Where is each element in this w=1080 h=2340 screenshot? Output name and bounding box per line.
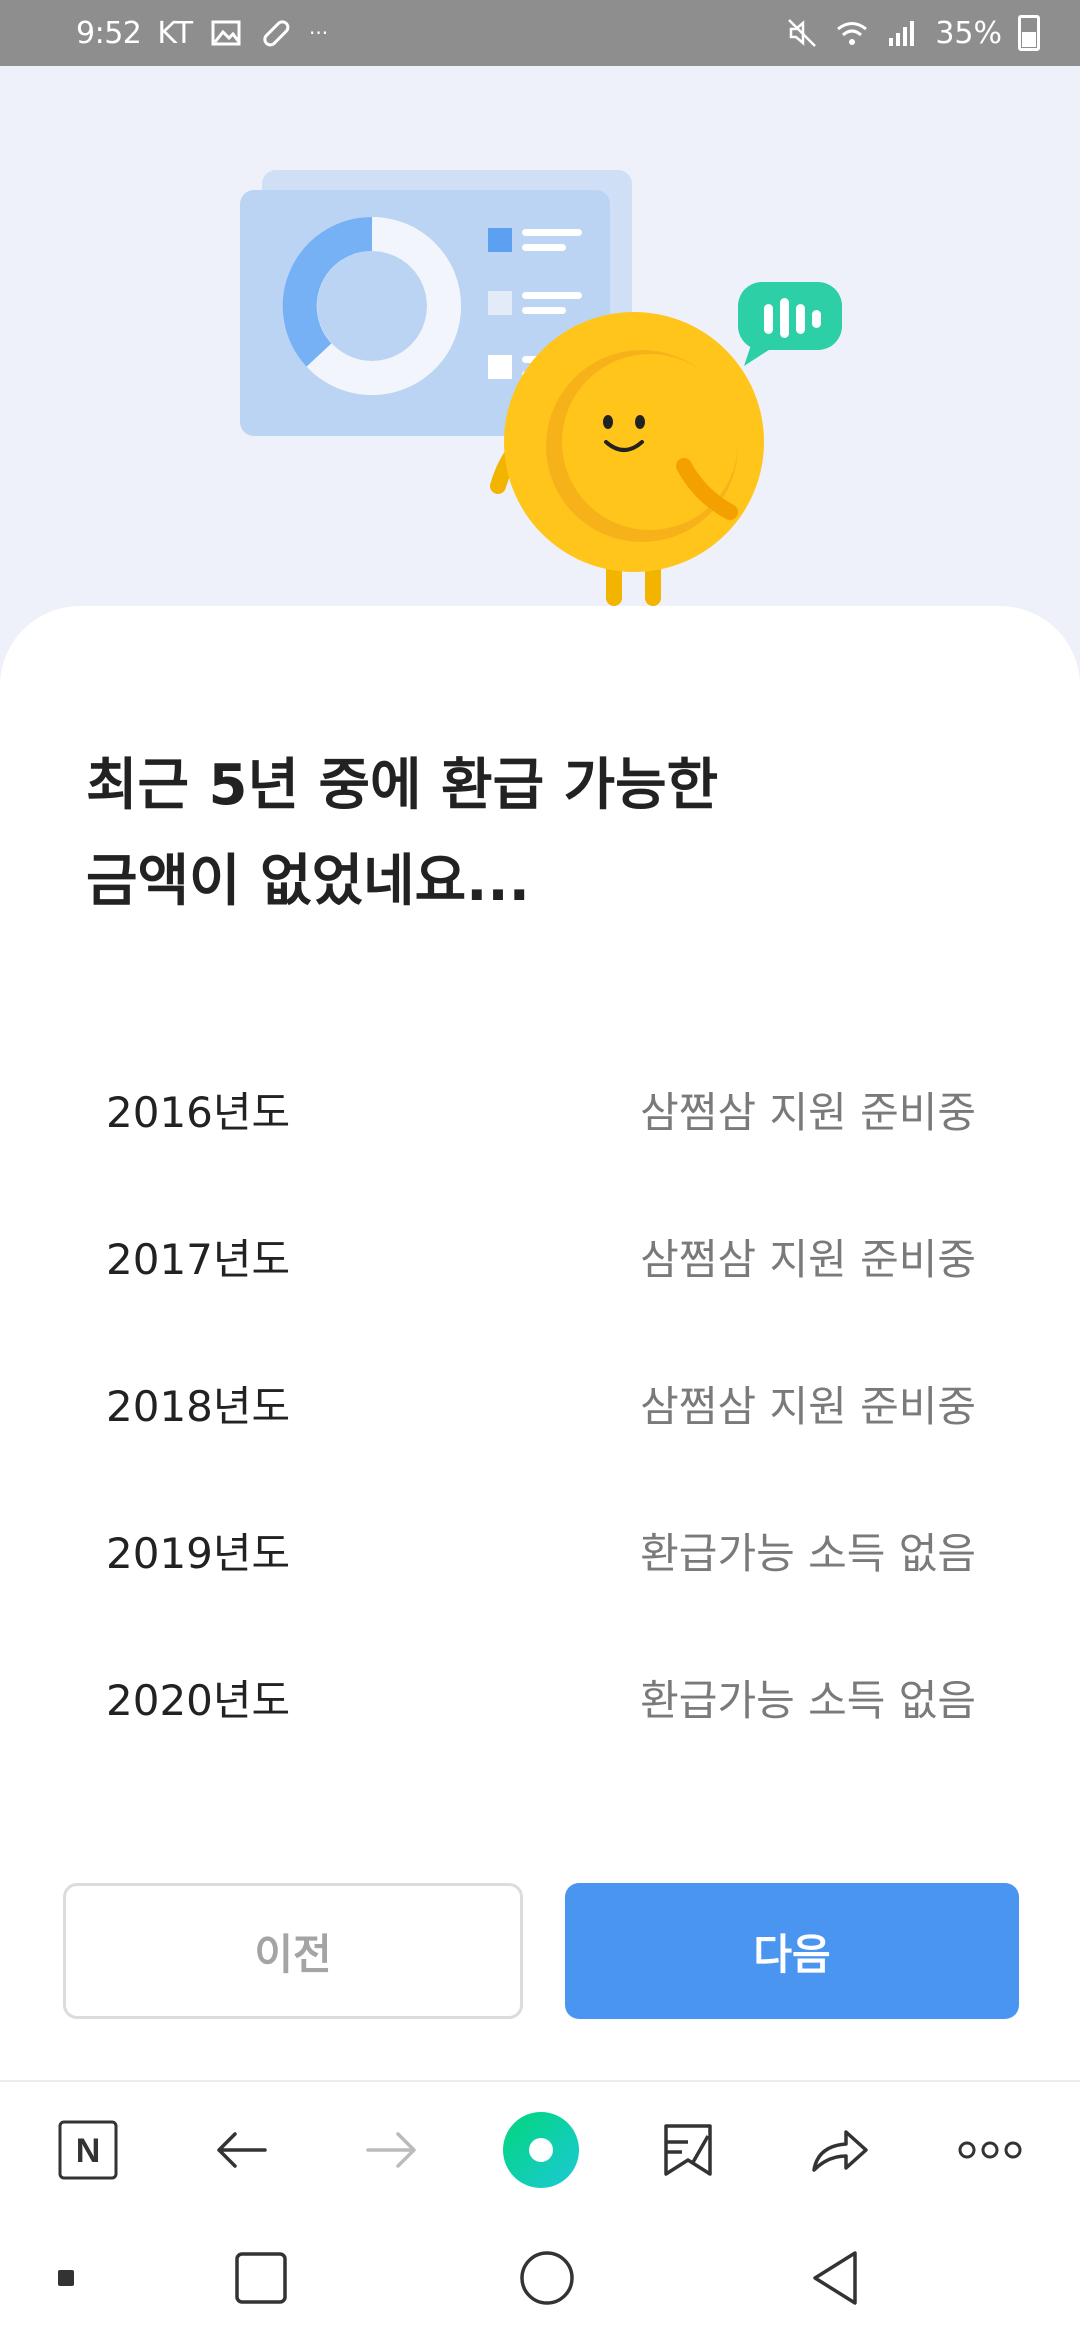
system-nav-bar (0, 2216, 1080, 2340)
year-list: 2016년도 삼쩜삼 지원 준비중 2017년도 삼쩜삼 지원 준비중 2018… (106, 1036, 976, 1771)
status-bar: 9:52 KT ··· 35% (0, 0, 1080, 66)
bookmark-icon[interactable] (648, 2110, 728, 2190)
year-label: 2017년도 (106, 1235, 291, 1284)
mute-icon (788, 19, 817, 47)
back-triangle-icon[interactable] (795, 2238, 875, 2318)
year-status: 삼쩜삼 지원 준비중 (640, 1235, 976, 1284)
battery-icon (1018, 15, 1040, 51)
browser-toolbar: N (0, 2080, 1080, 2216)
signal-icon (889, 21, 915, 46)
status-more: ··· (309, 21, 329, 45)
year-label: 2019년도 (106, 1529, 291, 1578)
pill-icon (263, 20, 290, 47)
battery-percent: 35% (935, 15, 1002, 51)
naver-logo-text: N (76, 2132, 101, 2170)
menu-square-icon[interactable] (26, 2238, 106, 2318)
year-row: 2018년도 삼쩜삼 지원 준비중 (106, 1330, 976, 1477)
year-status: 환급가능 소득 없음 (640, 1529, 976, 1578)
status-time: 9:52 (76, 15, 142, 51)
status-carrier: KT (157, 15, 194, 51)
chat-bubble-icon (738, 282, 842, 366)
hero-illustration (240, 170, 842, 606)
year-row: 2016년도 삼쩜삼 지원 준비중 (106, 1036, 976, 1183)
year-row: 2017년도 삼쩜삼 지원 준비중 (106, 1183, 976, 1330)
wifi-icon (837, 22, 868, 45)
gallery-icon (211, 20, 241, 46)
year-status: 삼쩜삼 지원 준비중 (640, 1088, 976, 1137)
forward-arrow-icon[interactable] (352, 2110, 432, 2190)
more-icon[interactable] (950, 2110, 1030, 2190)
year-row: 2019년도 환급가능 소득 없음 (106, 1477, 976, 1624)
recent-apps-icon[interactable] (221, 2238, 301, 2318)
green-dot-icon[interactable] (501, 2110, 581, 2190)
share-icon[interactable] (800, 2110, 880, 2190)
year-status: 환급가능 소득 없음 (640, 1676, 976, 1725)
year-label: 2020년도 (106, 1676, 291, 1725)
back-arrow-icon[interactable] (201, 2110, 281, 2190)
year-status: 삼쩜삼 지원 준비중 (640, 1382, 976, 1431)
next-button[interactable]: 다음 (565, 1883, 1019, 2019)
home-icon[interactable] (507, 2238, 587, 2318)
naver-logo-icon[interactable]: N (48, 2110, 128, 2190)
year-label: 2016년도 (106, 1088, 291, 1137)
result-sheet: 최근 5년 중에 환급 가능한 금액이 없었네요... 2016년도 삼쩜삼 지… (0, 606, 1080, 2080)
year-label: 2018년도 (106, 1382, 291, 1431)
coin-character-icon (490, 312, 764, 606)
page-title: 최근 5년 중에 환급 가능한 금액이 없었네요... (86, 753, 719, 914)
prev-button[interactable]: 이전 (63, 1883, 523, 2019)
year-row: 2020년도 환급가능 소득 없음 (106, 1624, 976, 1771)
